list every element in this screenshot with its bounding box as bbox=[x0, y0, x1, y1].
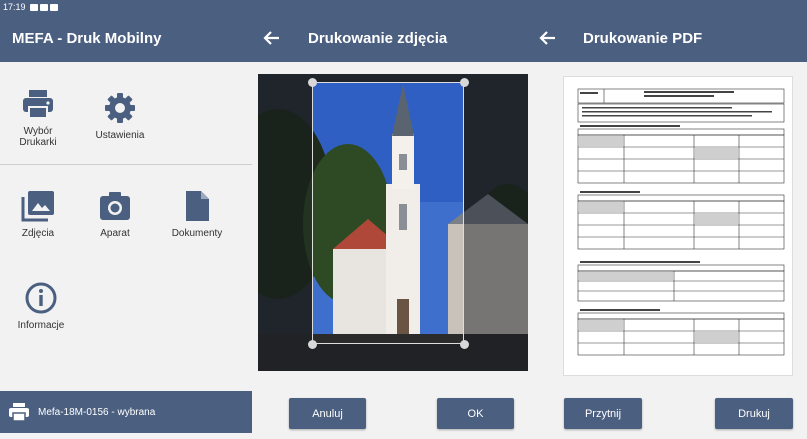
pdf-form-preview bbox=[577, 88, 785, 356]
crop-handle-bottom-left[interactable] bbox=[308, 340, 317, 349]
divider bbox=[0, 164, 252, 165]
info-label: Informacje bbox=[17, 320, 65, 331]
status-time: 17:19 bbox=[3, 2, 26, 12]
crop-handle-top-right[interactable] bbox=[460, 78, 469, 87]
info-icon bbox=[25, 282, 57, 314]
pdf-print-pane: Drukowanie PDF Przytnij Drukuj bbox=[528, 14, 807, 439]
document-icon bbox=[186, 191, 209, 221]
documents-label: Dokumenty bbox=[171, 228, 223, 239]
selected-printer-bar[interactable]: Mefa-18M-0156 - wybrana bbox=[0, 391, 252, 433]
pdf-preview[interactable] bbox=[563, 76, 793, 376]
photo-app-bar: Drukowanie zdjęcia bbox=[252, 14, 528, 62]
photos-label: Zdjęcia bbox=[21, 228, 55, 239]
pdf-app-bar: Drukowanie PDF bbox=[528, 14, 807, 62]
back-arrow-icon[interactable] bbox=[262, 28, 282, 48]
gallery-icon bbox=[39, 3, 48, 11]
back-arrow-icon[interactable] bbox=[538, 28, 558, 48]
printer-icon bbox=[23, 90, 53, 119]
print-button[interactable]: Drukuj bbox=[715, 398, 793, 429]
image-icon bbox=[21, 191, 54, 222]
home-app-bar: MEFA - Druk Mobilny bbox=[0, 14, 252, 62]
camera-label: Aparat bbox=[100, 228, 130, 239]
crop-button[interactable]: Przytnij bbox=[564, 398, 642, 429]
app-title: MEFA - Druk Mobilny bbox=[12, 29, 162, 47]
play-icon bbox=[49, 3, 58, 11]
photos-tile[interactable]: Zdjęcia bbox=[0, 190, 78, 239]
pdf-print-title: Drukowanie PDF bbox=[583, 29, 703, 47]
settings-tile[interactable]: Ustawienia bbox=[80, 92, 160, 141]
crop-box[interactable] bbox=[312, 82, 464, 344]
settings-label: Ustawienia bbox=[95, 130, 145, 141]
camera-tile[interactable]: Aparat bbox=[75, 190, 155, 239]
selected-printer-label: Mefa-18M-0156 - wybrana bbox=[38, 406, 156, 418]
printer-select-label: Wybór Drukarki bbox=[19, 126, 57, 148]
cancel-button[interactable]: Anuluj bbox=[289, 398, 366, 429]
camera-icon bbox=[100, 192, 130, 220]
photo-preview[interactable] bbox=[258, 74, 528, 371]
printer-small-icon bbox=[9, 403, 29, 422]
crop-handle-bottom-right[interactable] bbox=[460, 340, 469, 349]
gear-icon bbox=[105, 93, 135, 123]
documents-tile[interactable]: Dokumenty bbox=[157, 190, 237, 239]
photo-print-pane: Drukowanie zdjęcia Anuluj OK bbox=[252, 14, 528, 439]
info-tile[interactable]: Informacje bbox=[1, 282, 81, 331]
crop-handle-top-left[interactable] bbox=[308, 78, 317, 87]
status-icons bbox=[29, 3, 58, 11]
photo-print-title: Drukowanie zdjęcia bbox=[308, 29, 448, 47]
ok-button[interactable]: OK bbox=[437, 398, 514, 429]
printer-select-tile[interactable]: Wybór Drukarki bbox=[0, 88, 78, 148]
status-bar: 17:19 bbox=[0, 0, 807, 14]
home-pane: MEFA - Druk Mobilny Wybór Drukarki Ustaw… bbox=[0, 14, 252, 439]
notification-icon bbox=[29, 3, 38, 11]
